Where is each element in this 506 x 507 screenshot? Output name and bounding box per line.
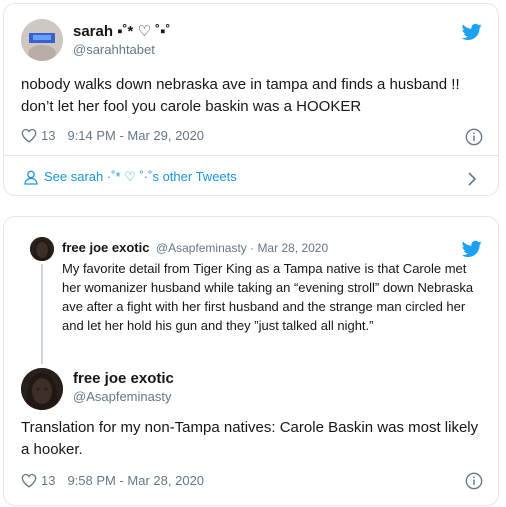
quoted-tweet-text: My favorite detail from Tiger King as a … — [62, 261, 474, 333]
quoted-handle-date[interactable]: @Asapfeminasty · Mar 28, 2020 — [156, 241, 328, 255]
chevron-right-icon[interactable] — [467, 172, 477, 186]
heart-outline-icon[interactable] — [21, 128, 37, 143]
timestamp[interactable]: 9:14 PM - Mar 29, 2020 — [67, 128, 204, 143]
timestamp[interactable]: 9:58 PM - Mar 28, 2020 — [67, 473, 204, 488]
heart-outline-icon[interactable] — [21, 473, 37, 488]
handle[interactable]: @sarahhtabet — [73, 42, 155, 57]
tweet-card-1[interactable]: sarah ▪︎˚* ♡ ˚▪︎˚ @sarahhtabet nobody wa… — [3, 3, 499, 196]
like-count[interactable]: 13 — [41, 128, 55, 143]
avatar-free-joe-exotic-small[interactable] — [30, 237, 54, 261]
person-icon — [24, 170, 38, 185]
tweet-text: Translation for my non-Tampa natives: Ca… — [21, 419, 479, 458]
like-count[interactable]: 13 — [41, 473, 55, 488]
avatar-sarah[interactable] — [21, 19, 63, 61]
twitter-bird-icon[interactable] — [462, 240, 482, 258]
tweet-meta: 13 9:58 PM - Mar 28, 2020 — [21, 473, 204, 488]
thread-line — [41, 264, 43, 364]
see-more-label[interactable]: See sarah ·˚* ♡ ˚·˚s other Tweets — [44, 169, 237, 185]
quoted-header: free joe exotic @Asapfeminasty · Mar 28,… — [62, 239, 328, 257]
quoted-display-name[interactable]: free joe exotic — [62, 240, 149, 255]
info-circle-icon[interactable] — [465, 128, 483, 146]
avatar-image — [21, 368, 63, 410]
avatar-image — [21, 19, 63, 61]
avatar-free-joe-exotic[interactable] — [21, 368, 63, 410]
info-circle-icon[interactable] — [465, 472, 483, 490]
see-more-tweets-link[interactable]: See sarah ·˚* ♡ ˚·˚s other Tweets — [24, 169, 237, 185]
tweet-card-2[interactable]: free joe exotic @Asapfeminasty · Mar 28,… — [3, 216, 499, 506]
display-name[interactable]: free joe exotic — [73, 370, 174, 387]
twitter-bird-icon[interactable] — [462, 23, 482, 41]
tweet-meta: 13 9:14 PM - Mar 29, 2020 — [21, 128, 204, 143]
display-name[interactable]: sarah ▪︎˚* ♡ ˚▪︎˚ — [73, 22, 170, 40]
handle[interactable]: @Asapfeminasty — [73, 389, 171, 404]
tweet-text: nobody walks down nebraska ave in tampa … — [21, 76, 460, 115]
divider — [4, 155, 498, 156]
avatar-image — [30, 237, 54, 261]
